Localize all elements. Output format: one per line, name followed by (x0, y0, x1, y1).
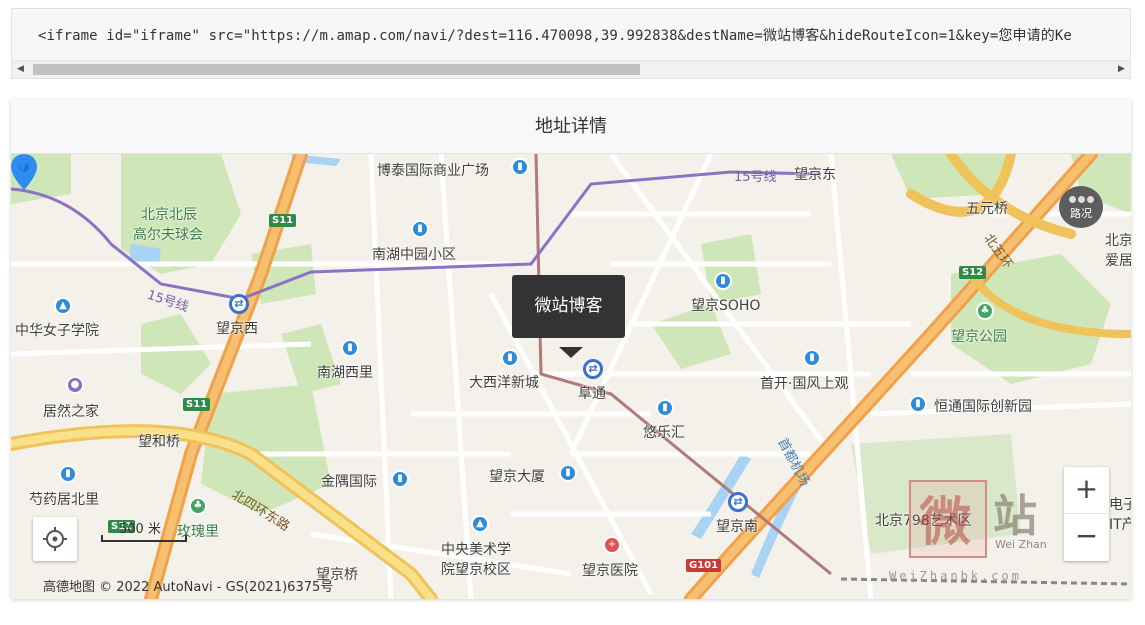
locate-me-button[interactable] (33, 517, 77, 561)
road-shield-s12: S12 (959, 266, 987, 279)
crosshair-icon (43, 527, 67, 551)
label-hengtong: 恒通国际创新园 (934, 399, 1032, 415)
zoom-control: + − (1064, 467, 1109, 561)
metro-station-icon: ⇄ (583, 359, 603, 379)
label-yuanxiao2: 院望京校区 (441, 562, 511, 578)
label-gaoer: 高尔夫球会 (133, 227, 203, 243)
poi-building-icon: ▮ (714, 272, 732, 290)
address-detail-card: 地址详情 博泰国际商业广场 ▮ 南湖中园小区 ▮ 北京北辰 高尔夫球会 中华女子… (11, 99, 1131, 599)
poi-school-icon: ▲ (54, 297, 72, 315)
label-wangjing-park: 望京公园 (951, 329, 1007, 345)
poi-shop-icon: ● (66, 376, 84, 394)
poi-building-icon: ▮ (909, 395, 927, 413)
poi-hospital-icon: + (603, 536, 621, 554)
metro-station-icon: ⇄ (728, 492, 748, 512)
poi-building-icon: ▮ (511, 158, 529, 176)
label-wuyuanqiao: 五元桥 (966, 201, 1008, 217)
poi-school-icon: ▲ (471, 515, 489, 533)
label-wangjing-soho: 望京SOHO (691, 298, 761, 314)
road-shield-g101: G101 (686, 559, 722, 572)
label-futong: 阜通 (578, 386, 606, 402)
map-view[interactable]: 博泰国际商业广场 ▮ 南湖中园小区 ▮ 北京北辰 高尔夫球会 中华女子学院 ▲ … (11, 154, 1131, 599)
poi-building-icon: ▮ (501, 349, 519, 367)
label-wangheqiao: 望和桥 (138, 434, 180, 450)
label-wangjing-hosp: 望京医院 (582, 563, 638, 579)
road-shield-s11: S11 (183, 398, 211, 411)
label-yuanxiao: 中央美术学 (441, 542, 511, 558)
poi-building-icon: ▮ (803, 349, 821, 367)
label-line15b: 15号线 (734, 170, 777, 185)
scrollbar-thumb[interactable] (33, 64, 640, 75)
label-nanhu-zy: 南湖中园小区 (372, 247, 456, 263)
scroll-right-arrow-icon[interactable]: ▶ (1113, 61, 1130, 78)
poi-building-icon: ▮ (341, 339, 359, 357)
label-youlehui: 悠乐汇 (643, 425, 685, 441)
weizhan-watermark: 微 站 Wei Zhan WeiZhanbk.com (889, 474, 1074, 589)
horizontal-scrollbar[interactable]: ◀ ▶ (12, 60, 1130, 78)
label-wangjingxi: 望京西 (216, 321, 258, 337)
metro-station-icon: ⇄ (229, 294, 249, 314)
destination-tooltip: 微站博客 (512, 275, 625, 338)
label-it: IT产 (1109, 517, 1131, 533)
poi-park-icon: ♣ (189, 497, 207, 515)
watermark-char: 微 (919, 493, 972, 553)
zoom-in-button[interactable]: + (1064, 467, 1109, 514)
watermark-en: Wei Zhan (995, 538, 1047, 551)
scale-label: 500 米 (119, 522, 161, 537)
label-daxiyang: 大西洋新城 (469, 375, 539, 391)
poi-building-icon: ▮ (411, 220, 429, 238)
label-jinyu: 金隅国际 (321, 474, 377, 490)
label-wangjingnan: 望京南 (716, 519, 758, 535)
tooltip-caret (559, 347, 583, 358)
watermark-url: WeiZhanbk.com (889, 569, 1022, 583)
traffic-toggle-button[interactable]: 路况 (1059, 186, 1103, 228)
label-dianzi: 电子 (1109, 497, 1131, 513)
map-copyright: 高德地图 © 2022 AutoNavi - GS(2021)6375号 (43, 580, 334, 595)
label-juranzhijia: 居然之家 (43, 404, 99, 420)
watermark-char2: 站 (993, 491, 1037, 542)
poi-building-icon: ▮ (656, 399, 674, 417)
zoom-out-button[interactable]: − (1064, 514, 1109, 561)
label-zhonghua: 中华女子学院 (15, 323, 99, 339)
label-nanhuxili: 南湖西里 (317, 365, 373, 381)
label-beijing-beichen: 北京北辰 (141, 207, 197, 223)
traffic-label: 路况 (1070, 207, 1092, 220)
label-aiqin: 爱居 (1105, 253, 1131, 269)
map-scale: 500 米 (101, 518, 189, 544)
label-shoukai: 首开·国风上观 (760, 376, 849, 392)
road-shield-s11: S11 (269, 214, 297, 227)
poi-park-icon: ♣ (976, 302, 994, 320)
label-beijing-ai: 北京 (1105, 233, 1131, 249)
label-wangjing-dasha: 望京大厦 (489, 469, 545, 485)
poi-building-icon: ▮ (59, 465, 77, 483)
traffic-light-icon (1059, 193, 1103, 205)
label-wangjingdong: 望京东 (794, 167, 836, 183)
scale-bar (101, 535, 187, 542)
label-shaoyaoju: 芍药居北里 (29, 492, 99, 508)
scroll-left-arrow-icon[interactable]: ◀ (12, 61, 29, 78)
card-title: 地址详情 (11, 99, 1131, 154)
poi-building-icon: ▮ (391, 470, 409, 488)
code-snippet-box: <iframe id="iframe" src="https://m.amap.… (11, 8, 1131, 79)
amap-logo-icon[interactable] (11, 154, 31, 174)
label-botai: 博泰国际商业广场 (377, 163, 489, 179)
code-line: <iframe id="iframe" src="https://m.amap.… (38, 28, 1072, 44)
poi-building-icon: ▮ (559, 464, 577, 482)
